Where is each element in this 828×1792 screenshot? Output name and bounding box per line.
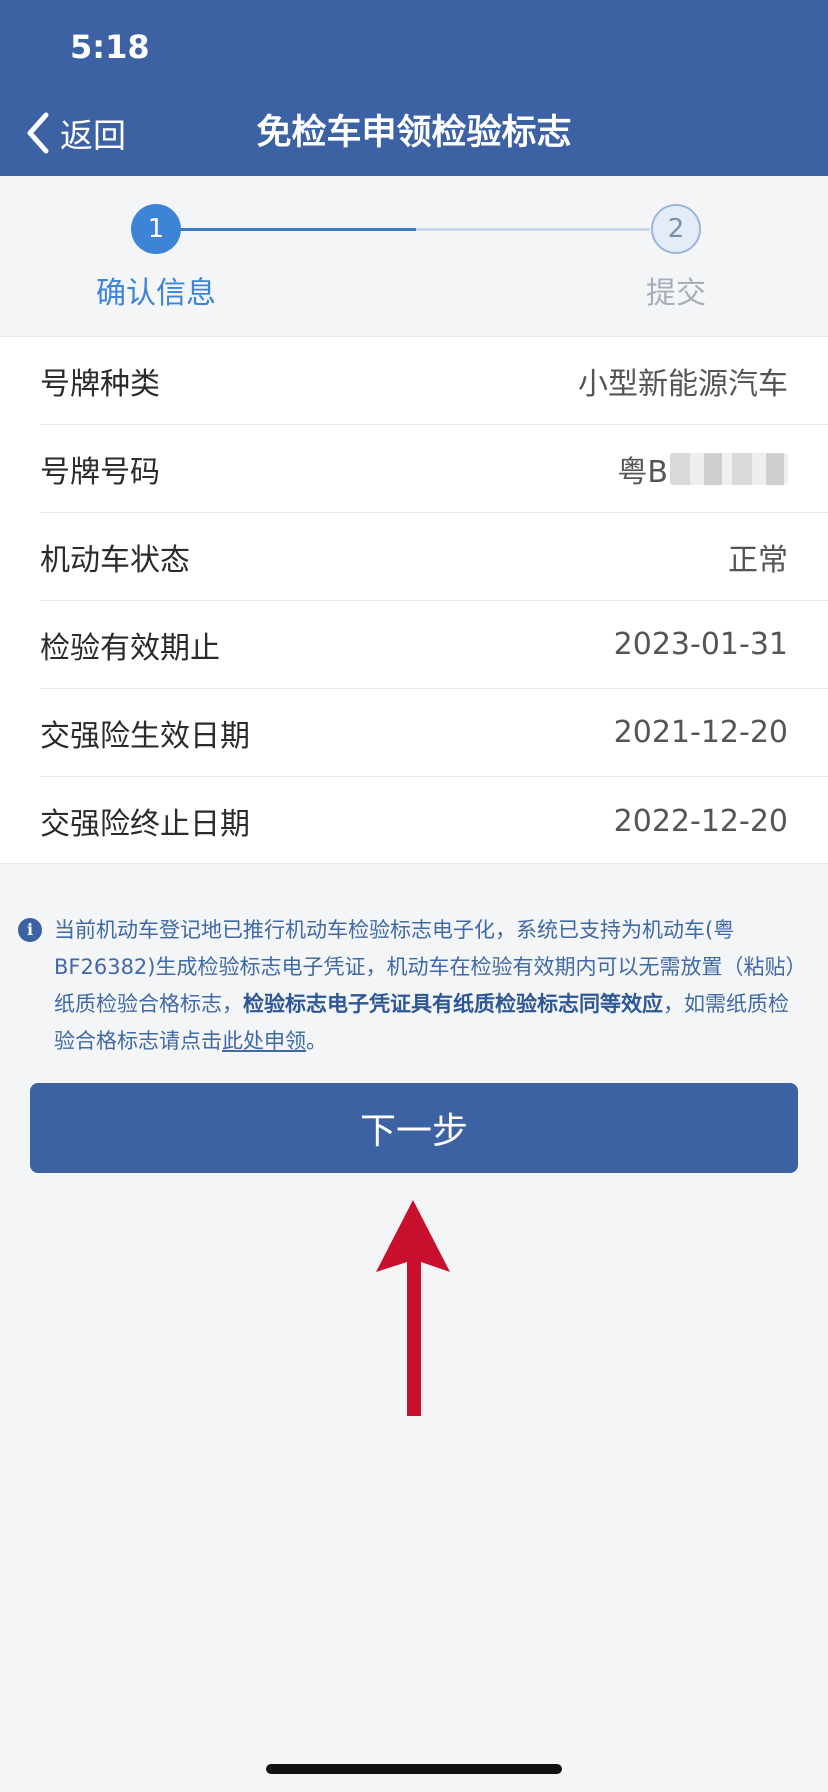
info-row-insurance-end: 交强险终止日期 2022-12-20 [40,777,828,865]
info-row-inspection-expiry: 检验有效期止 2023-01-31 [40,601,828,689]
step-1-circle: 1 [131,204,181,254]
row-label: 检验有效期止 [40,630,220,666]
step-indicator: 1 2 确认信息 提交 [0,176,828,336]
next-step-button[interactable]: 下一步 [30,1083,798,1173]
info-row-plate-type: 号牌种类 小型新能源汽车 [40,337,828,425]
step-progress-line-active [180,228,416,231]
info-row-insurance-start: 交强险生效日期 2021-12-20 [40,689,828,777]
electronic-certificate-notice: i 当前机动车登记地已推行机动车检验标志电子化，系统已支持为机动车(粤BF263… [18,912,798,1060]
row-label: 号牌号码 [40,454,160,490]
plate-number-value: 粤B [617,447,788,491]
info-row-plate-number: 号牌号码 粤B [40,425,828,513]
notice-text-end: 。 [306,1029,327,1053]
notice-text: 当前机动车登记地已推行机动车检验标志电子化，系统已支持为机动车(粤BF26382… [54,912,798,1060]
vehicle-info-list: 号牌种类 小型新能源汽车 号牌号码 粤B 机动车状态 正常 检验有效期止 202… [0,336,828,864]
info-row-vehicle-status: 机动车状态 正常 [40,513,828,601]
page-title: 免检车申领检验标志 [256,113,572,153]
step-2-label: 提交 [646,276,706,311]
info-icon: i [18,918,42,942]
row-value: 2022-12-20 [613,803,788,839]
row-label: 机动车状态 [40,542,190,578]
row-label: 交强险终止日期 [40,807,250,842]
row-label: 交强险生效日期 [40,718,250,754]
home-indicator[interactable] [266,1764,562,1774]
row-value: 2023-01-31 [613,627,788,662]
status-bar-time: 5:18 [70,28,150,66]
arrow-up-icon [376,1200,450,1416]
plate-prefix: 粤B [617,454,668,490]
apply-here-link[interactable]: 此处申领 [222,1029,306,1053]
row-value: 2021-12-20 [613,715,788,750]
step-1-label: 确认信息 [96,276,216,311]
step-2-circle: 2 [651,204,701,254]
redacted-plate-digits [670,452,788,485]
row-label: 号牌种类 [40,366,160,402]
row-value: 正常 [728,542,788,578]
row-value: 小型新能源汽车 [578,366,788,402]
notice-text-bold: 检验标志电子凭证具有纸质检验标志同等效应 [243,992,663,1016]
step-progress-line-inactive [416,228,650,231]
navigation-header: 5:18 返回 免检车申领检验标志 [0,0,828,176]
